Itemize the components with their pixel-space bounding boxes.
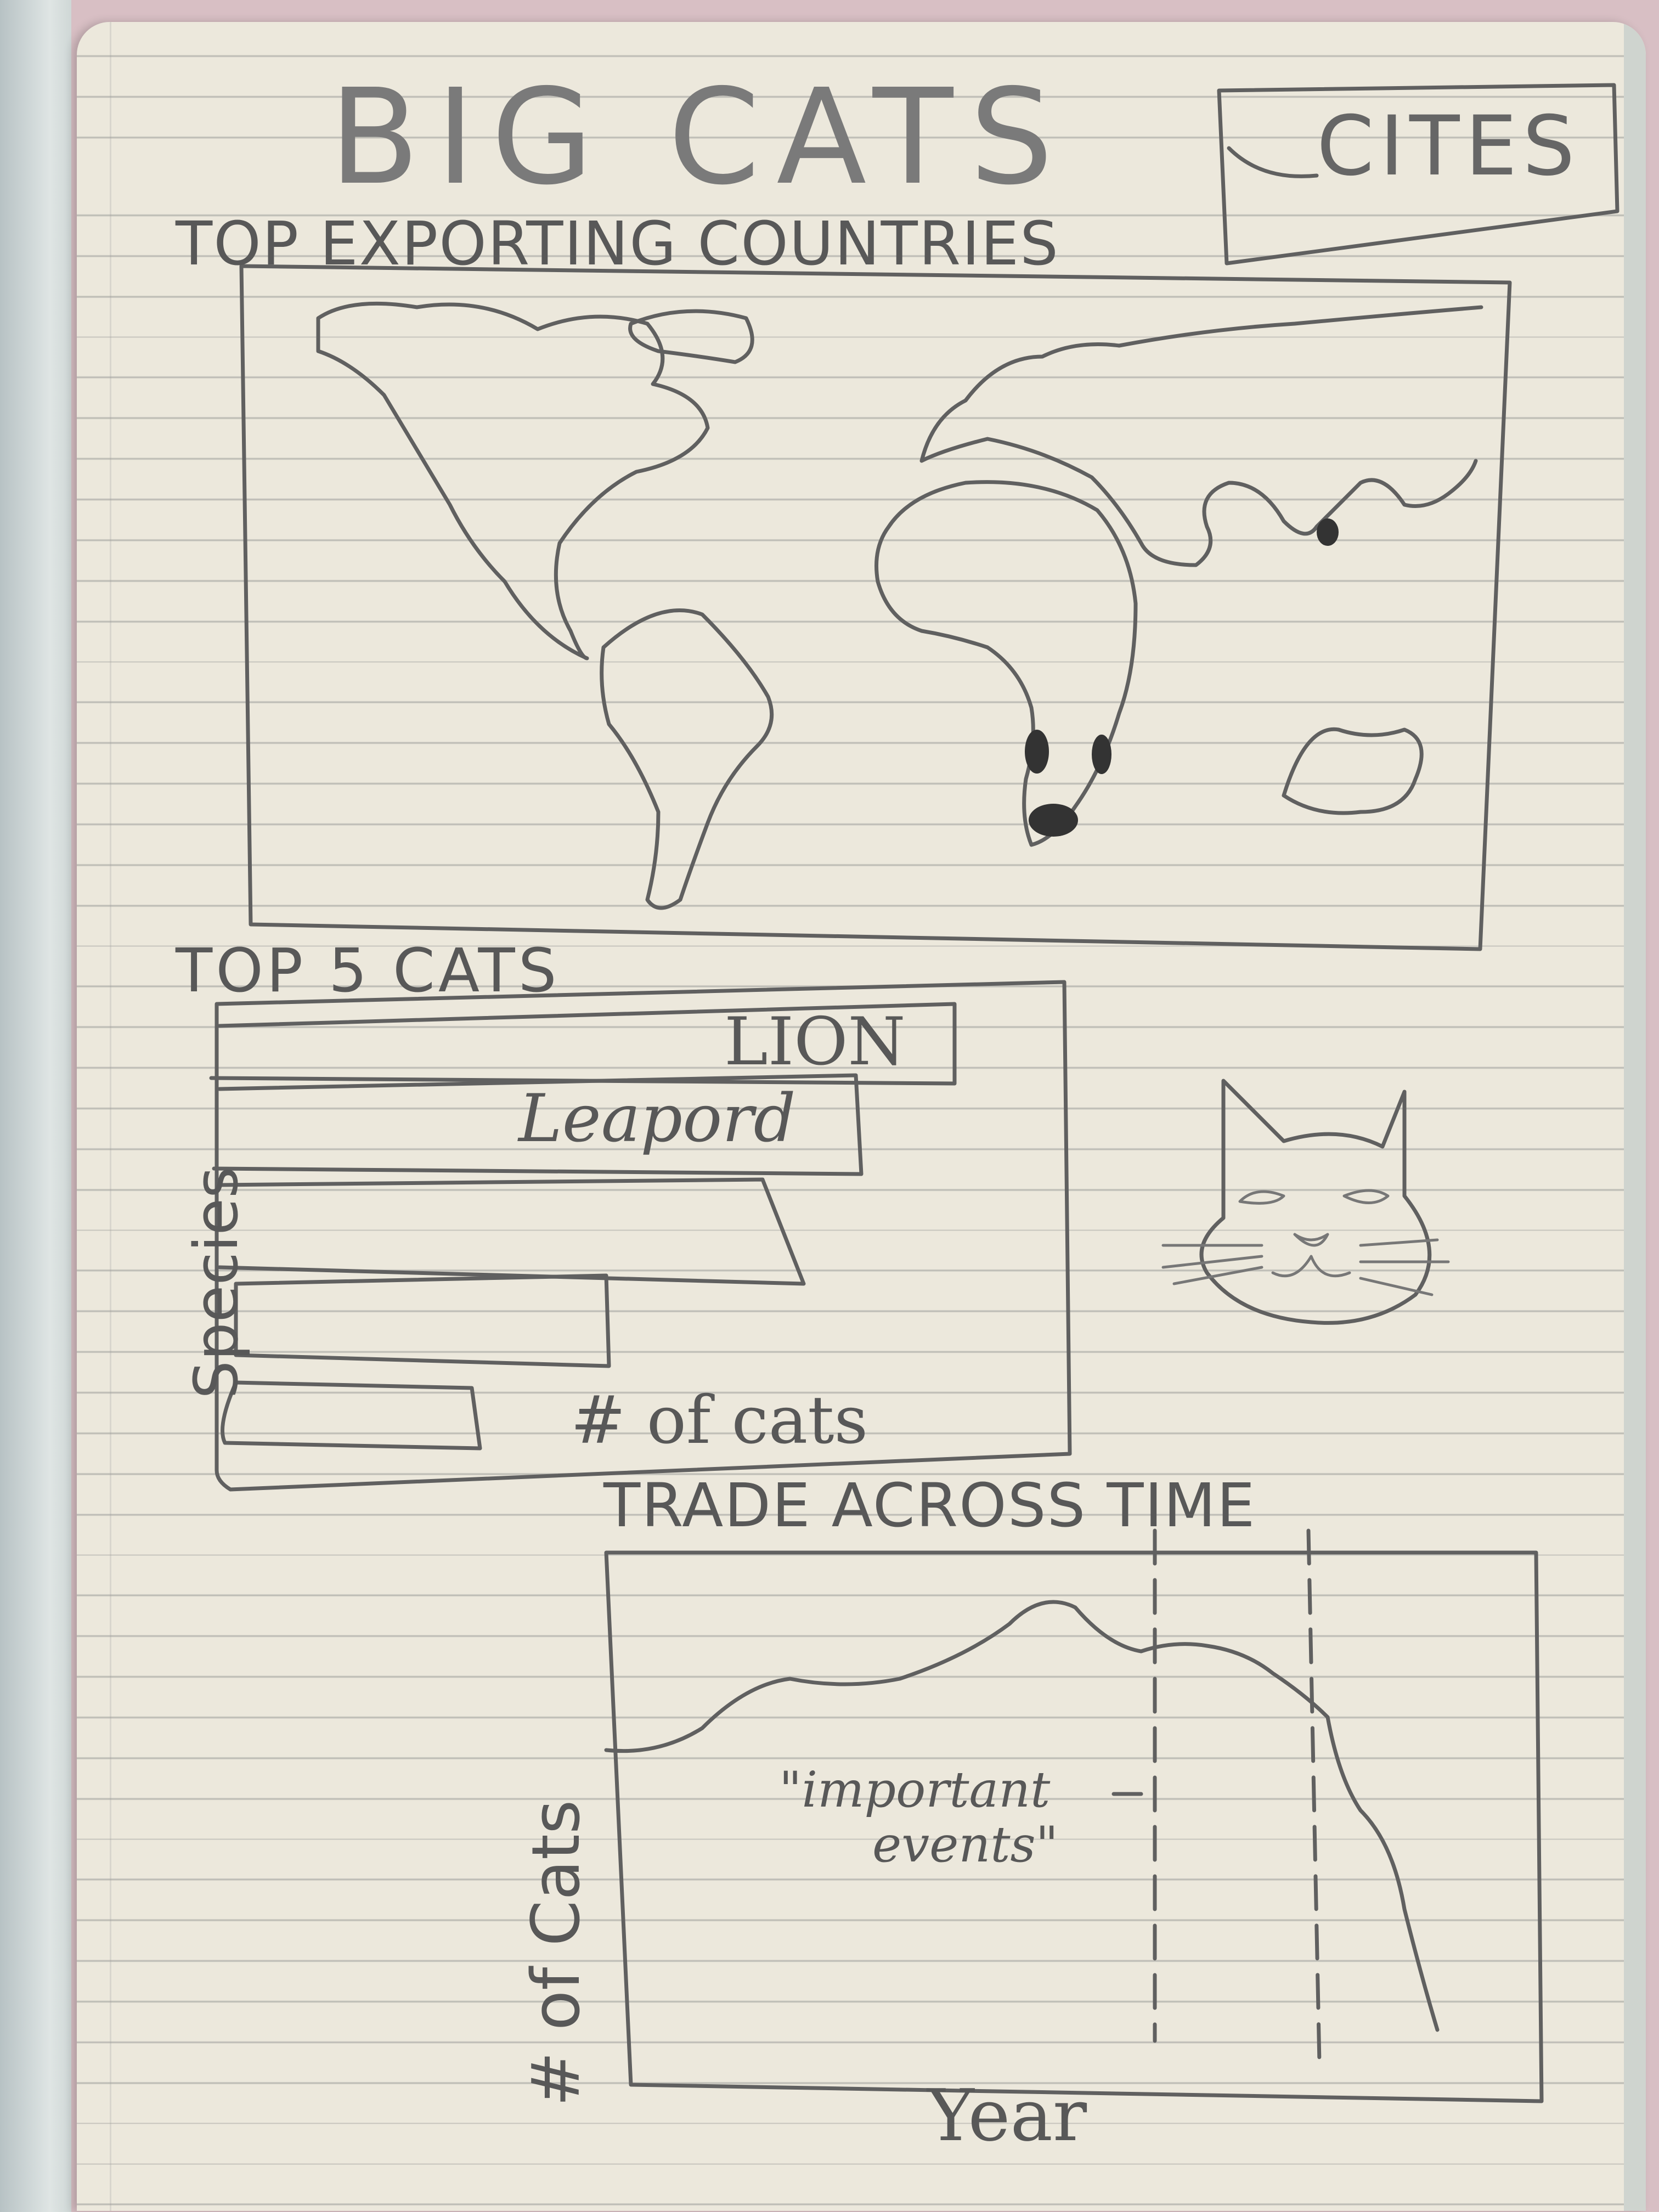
time-chart	[604, 1528, 1544, 2103]
bar-label-lion: LION	[724, 1004, 906, 1080]
time-y-axis-label: # of Cats	[518, 1799, 595, 2107]
south-america-outline	[600, 608, 774, 910]
eurasia-outline	[919, 305, 1483, 567]
shaded-region-3	[1029, 804, 1078, 837]
cat-face-icon	[1161, 1079, 1450, 1325]
greenland-outline	[628, 309, 754, 364]
bar-chart-title: TOP 5 CATS	[176, 935, 560, 1006]
australia-outline	[1282, 727, 1424, 815]
cites-badge: CITES	[1317, 99, 1581, 194]
bar-5	[221, 1380, 482, 1451]
page-title: BIG CATS	[329, 60, 1070, 214]
africa-outline	[874, 480, 1138, 847]
annotation-important: "important	[779, 1761, 1051, 1819]
annotation-events: events"	[872, 1816, 1059, 1874]
map-title: TOP EXPORTING COUNTRIES	[176, 208, 1059, 279]
sketch-drawing	[209, 83, 1620, 2103]
shaded-region-2	[1092, 735, 1111, 774]
world-map	[239, 264, 1512, 951]
bar-x-axis-label: # of cats	[571, 1383, 868, 1459]
bar-3	[217, 1177, 806, 1286]
event-line-2	[1306, 1528, 1322, 2065]
shaded-region-4	[1317, 518, 1339, 546]
time-x-axis-label: Year	[927, 2074, 1087, 2157]
shaded-region-1	[1025, 730, 1049, 774]
north-america-outline	[316, 301, 710, 661]
bar-label-leapord: Leapord	[518, 1081, 796, 1157]
time-chart-title: TRADE ACROSS TIME	[603, 1470, 1256, 1541]
bar-4	[234, 1273, 611, 1368]
bar-y-axis-label: Species	[181, 1166, 251, 1399]
